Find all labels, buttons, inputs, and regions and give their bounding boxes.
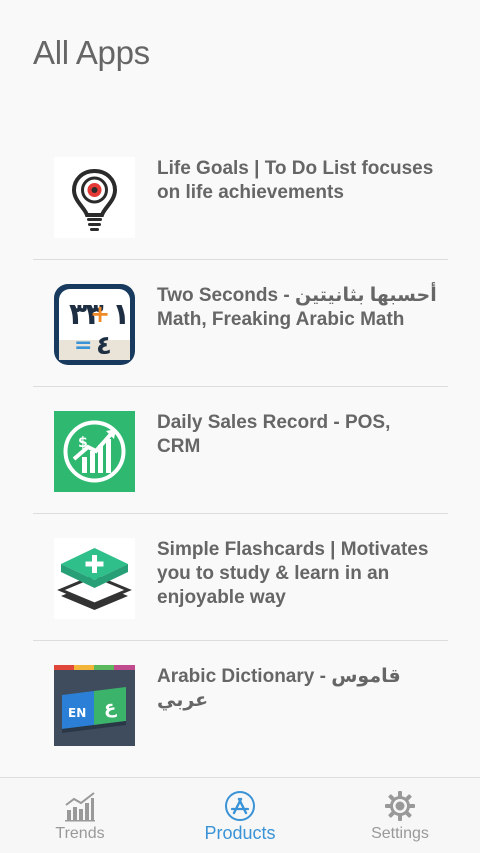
tab-label: Settings bbox=[371, 825, 429, 842]
svg-text:+: + bbox=[90, 300, 110, 328]
tab-label: Products bbox=[204, 823, 276, 843]
app-title: Simple Flashcards | Motivates you to stu… bbox=[157, 539, 429, 608]
svg-text:ع: ع bbox=[104, 697, 117, 718]
svg-text:٤: ٤ bbox=[96, 331, 112, 361]
svg-text:١: ١ bbox=[112, 297, 130, 332]
app-row-arabic-dictionary[interactable]: EN ع Arabic Dictionary - قاموس عربي bbox=[33, 641, 448, 768]
svg-text:EN: EN bbox=[68, 706, 86, 720]
tab-label: Trends bbox=[55, 825, 105, 842]
svg-text:$: $ bbox=[78, 435, 88, 451]
sales-chart-icon[interactable]: $ bbox=[54, 411, 135, 492]
tab-settings[interactable]: Settings bbox=[320, 778, 480, 853]
app-title: Arabic Dictionary - قاموس عربي bbox=[157, 666, 401, 711]
page-title: All Apps bbox=[33, 34, 150, 71]
app-row-two-seconds[interactable]: ٣ ٣ + ١ = ٤ Two Seconds - أحسبها بثانيتي… bbox=[33, 260, 448, 387]
svg-text:٣: ٣ bbox=[69, 297, 87, 332]
tab-products[interactable]: Products bbox=[160, 778, 320, 853]
flashcards-stack-icon[interactable] bbox=[54, 538, 135, 619]
book-en-ar-icon[interactable]: EN ع bbox=[54, 665, 135, 746]
lightbulb-target-icon[interactable] bbox=[54, 157, 135, 238]
app-list: Life Goals | To Do List focuses on life … bbox=[33, 133, 448, 768]
tab-bar: Trends Products Settings bbox=[0, 777, 480, 853]
arabic-math-icon[interactable]: ٣ ٣ + ١ = ٤ bbox=[54, 284, 135, 365]
gear-icon bbox=[385, 791, 415, 821]
app-title: Daily Sales Record - POS, CRM bbox=[157, 412, 391, 457]
app-row-life-goals[interactable]: Life Goals | To Do List focuses on life … bbox=[33, 133, 448, 260]
app-row-daily-sales[interactable]: $ Daily Sales Record - POS, CRM bbox=[33, 387, 448, 514]
trends-chart-icon bbox=[65, 792, 95, 822]
app-title: Life Goals | To Do List focuses on life … bbox=[157, 158, 434, 203]
tab-trends[interactable]: Trends bbox=[0, 778, 160, 853]
app-row-flashcards[interactable]: Simple Flashcards | Motivates you to stu… bbox=[33, 514, 448, 641]
app-store-icon bbox=[225, 791, 255, 821]
screen: All Apps Life Goals | To Do List focuses… bbox=[0, 0, 480, 853]
svg-text:=: = bbox=[74, 333, 92, 358]
app-title: Two Seconds - أحسبها بثانيتين Math, Frea… bbox=[157, 285, 437, 330]
